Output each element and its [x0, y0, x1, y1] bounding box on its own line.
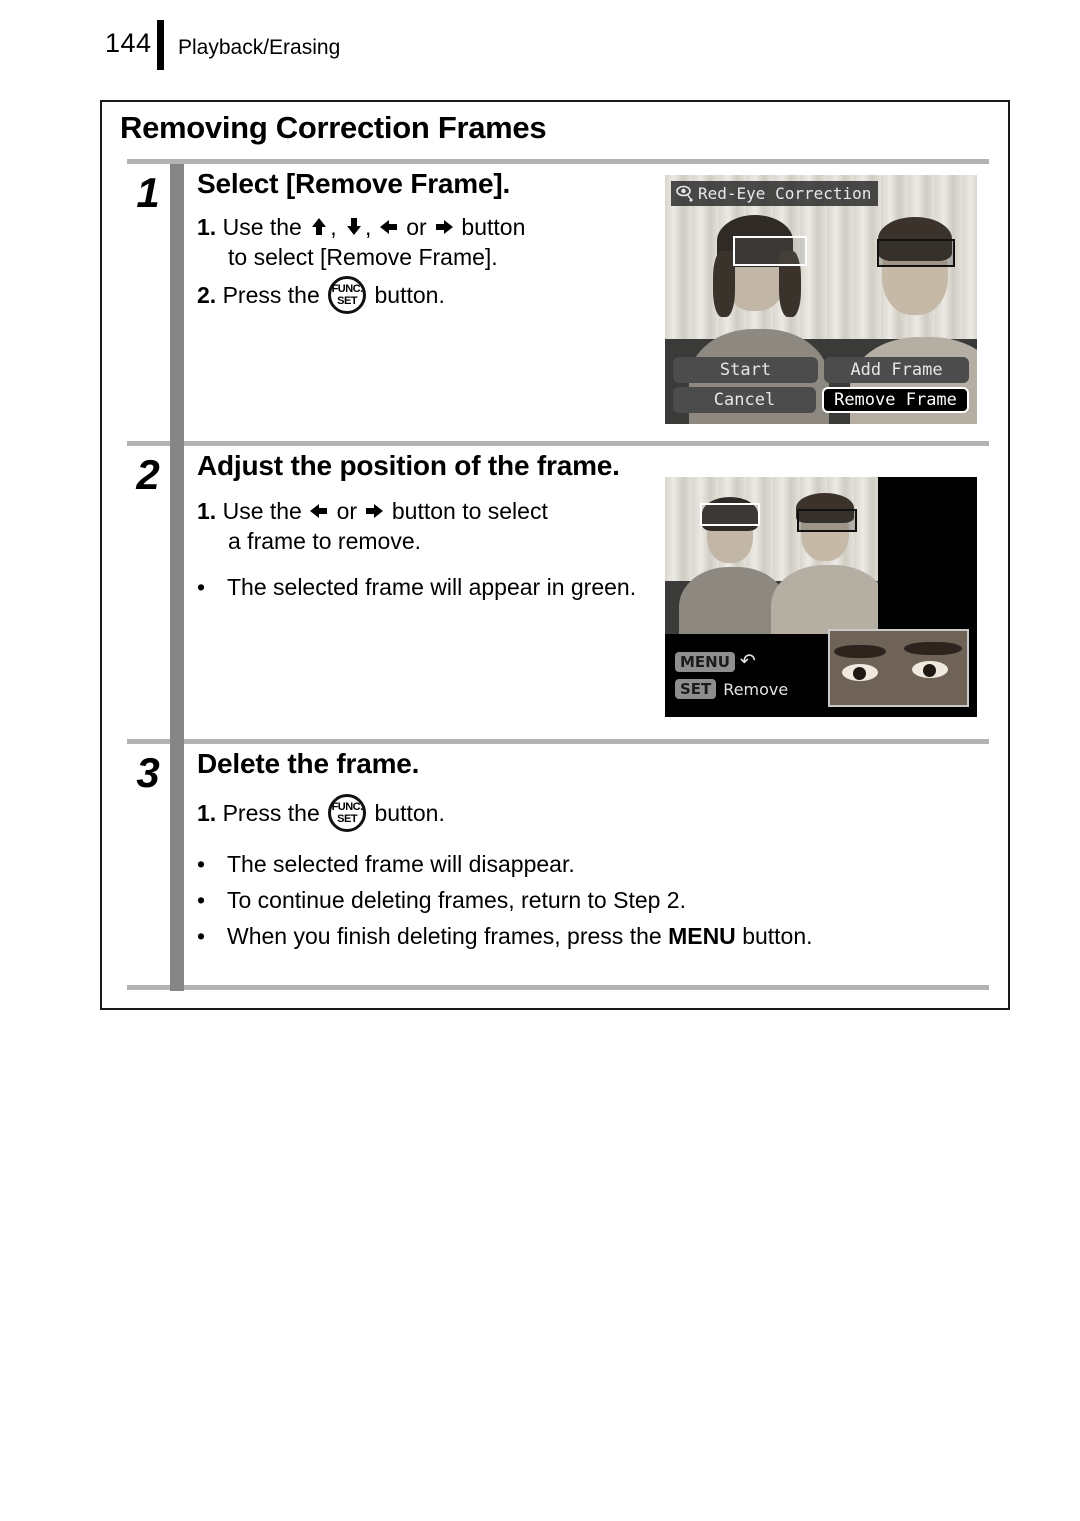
red-eye-frame-right-2 — [797, 509, 857, 532]
step-2-item-1-text-a: Use the — [222, 498, 302, 525]
func-set-bottom-label: SET — [337, 295, 358, 308]
lcd-button-start[interactable]: Start — [673, 357, 818, 383]
step-1-item-2-text-a: Press the — [222, 282, 320, 309]
lcd-title-text: Red-Eye Correction — [698, 184, 872, 203]
step-1-number: 1 — [136, 169, 160, 216]
bullet-icon: • — [197, 887, 206, 914]
step-3-bullet-1-text: The selected frame will disappear. — [227, 851, 575, 878]
arrow-right-icon — [433, 216, 455, 238]
step-3-item-1-marker: 1. — [197, 800, 217, 827]
step-1-body: Select [Remove Frame]. 1. Use the , , or… — [197, 168, 737, 315]
lcd-button-remove-frame[interactable]: Remove Frame — [822, 387, 969, 413]
lcd-button-row-1: Start Add Frame — [673, 357, 969, 383]
step-3-item-1-text-e: button. — [374, 800, 445, 827]
menu-chip: MENU — [675, 651, 735, 672]
lcd-button-cancel[interactable]: Cancel — [673, 387, 816, 413]
func-set-button-icon: FUNC. SET — [328, 794, 367, 833]
step-2-heading: Adjust the position of the frame. — [197, 450, 620, 481]
red-eye-frame-left — [733, 236, 807, 266]
step-1-item-2: 2. Press the FUNC. SET button. — [197, 276, 737, 315]
lcd-button-row-2: Cancel Remove Frame — [673, 387, 969, 413]
step-3-heading: Delete the frame. — [197, 748, 420, 779]
step-3-bullet-2-text: To continue deleting frames, return to S… — [227, 887, 686, 914]
lcd-title-bar: Red-Eye Correction — [671, 181, 879, 206]
step-1-item-1-text-a: Use the — [222, 214, 302, 241]
red-eye-frame-left-2 — [700, 503, 760, 526]
eyebrow-left — [834, 645, 886, 658]
return-arrow-icon: ↶ — [739, 651, 756, 672]
step-3-bullet-2: • To continue deleting frames, return to… — [197, 886, 987, 916]
photo-two-men-2 — [665, 477, 878, 634]
page-header: 144 Playback/Erasing — [100, 14, 1000, 70]
eyebrow-right — [904, 642, 962, 655]
func-set-bottom-label: SET — [337, 813, 358, 826]
step-1-item-1-text-e: button — [461, 214, 526, 241]
page-number: 144 — [105, 28, 152, 58]
step-1-heading: Select [Remove Frame]. — [197, 168, 511, 199]
red-eye-correction-icon — [675, 185, 695, 203]
func-set-button-icon: FUNC. SET — [328, 276, 367, 315]
step-1-item-1-marker: 1. — [197, 214, 217, 241]
separator-step1-step2 — [127, 441, 989, 446]
step-1-item-1-text-b: , — [330, 214, 337, 241]
step-3-body: Delete the frame. 1. Press the FUNC. SET… — [197, 748, 987, 952]
step-1-item-2-marker: 2. — [197, 282, 217, 309]
step-3-item-1: 1. Press the FUNC. SET button. — [197, 794, 987, 833]
step-2-bullet-1-text: The selected frame will appear in green. — [227, 574, 637, 601]
page-title: Removing Correction Frames — [120, 110, 547, 145]
step-2-body: Adjust the position of the frame. 1. Use… — [197, 450, 662, 603]
lcd-button-add-frame[interactable]: Add Frame — [824, 357, 969, 383]
lcd-hints: MENU ↶ SET Remove — [675, 650, 788, 705]
step-3-item-1-text-a: Press the — [222, 800, 320, 827]
step-1-item-2-text-e: button. — [374, 282, 445, 309]
arrow-left-icon — [378, 216, 400, 238]
set-action-label: Remove — [723, 679, 789, 699]
step-2-item-1-marker: 1. — [197, 498, 217, 525]
lcd-hint-menu[interactable]: MENU ↶ — [675, 650, 788, 673]
step-2-bullet-1: • The selected frame will appear in gree… — [197, 573, 662, 603]
step-2-item-1-text-d: or — [336, 498, 358, 525]
step-1-item-1-text-c: , — [365, 214, 372, 241]
header-divider — [157, 20, 164, 70]
step-3-number: 3 — [136, 749, 160, 796]
step-3: 3 Delete the frame. 1. Press the FUNC. S… — [102, 748, 1012, 984]
step-1-item-1-line2: to select [Remove Frame]. — [228, 243, 498, 270]
camera-screenshot-frame-select: MENU ↶ SET Remove — [665, 477, 977, 717]
step-2-number: 2 — [136, 451, 160, 498]
person-right-torso-2 — [771, 565, 878, 634]
red-eye-frame-right — [877, 239, 955, 267]
set-chip: SET — [675, 679, 717, 699]
header-section-name: Playback/Erasing — [178, 36, 341, 59]
step-3-bullet-3-post: button. — [742, 923, 813, 950]
pupil-left — [853, 667, 866, 680]
step-2-item-1-text-e: button to select — [391, 498, 548, 525]
person-left-hair-side — [713, 251, 735, 317]
menu-keyword: MENU — [668, 923, 736, 950]
arrow-down-icon — [343, 216, 365, 238]
step-3-bullet-1: • The selected frame will disappear. — [197, 850, 987, 880]
separator-step2-step3 — [127, 739, 989, 744]
separator-top — [127, 159, 989, 164]
step-2-item-1-line2: a frame to remove. — [228, 527, 422, 554]
bullet-icon: • — [197, 923, 206, 950]
camera-screenshot-red-eye-correction: Red-Eye Correction Start Add Frame Cance… — [665, 175, 977, 424]
step-3-bullet-3: • When you finish deleting frames, press… — [197, 922, 987, 952]
step-1-item-1: 1. Use the , , or button to select [Remo… — [197, 213, 737, 272]
lcd-hint-set[interactable]: SET Remove — [675, 679, 788, 699]
magnified-eye-inset — [828, 629, 969, 707]
arrow-right-icon — [363, 500, 385, 522]
bullet-icon: • — [197, 851, 206, 878]
separator-bottom — [127, 985, 989, 990]
pupil-right — [923, 664, 936, 677]
bullet-icon: • — [197, 574, 206, 601]
step-1-item-1-text-d: or — [406, 214, 427, 241]
step-2-item-1: 1. Use the or button to select a frame t… — [197, 497, 662, 556]
arrow-left-icon — [308, 500, 330, 522]
lcd-button-grid: Start Add Frame Cancel Remove Frame — [673, 357, 969, 417]
step-3-bullet-3-text: When you finish deleting frames, press t… — [227, 922, 987, 952]
arrow-up-icon — [308, 216, 330, 238]
step-3-bullet-3-pre: When you finish deleting frames, press t… — [227, 923, 662, 950]
